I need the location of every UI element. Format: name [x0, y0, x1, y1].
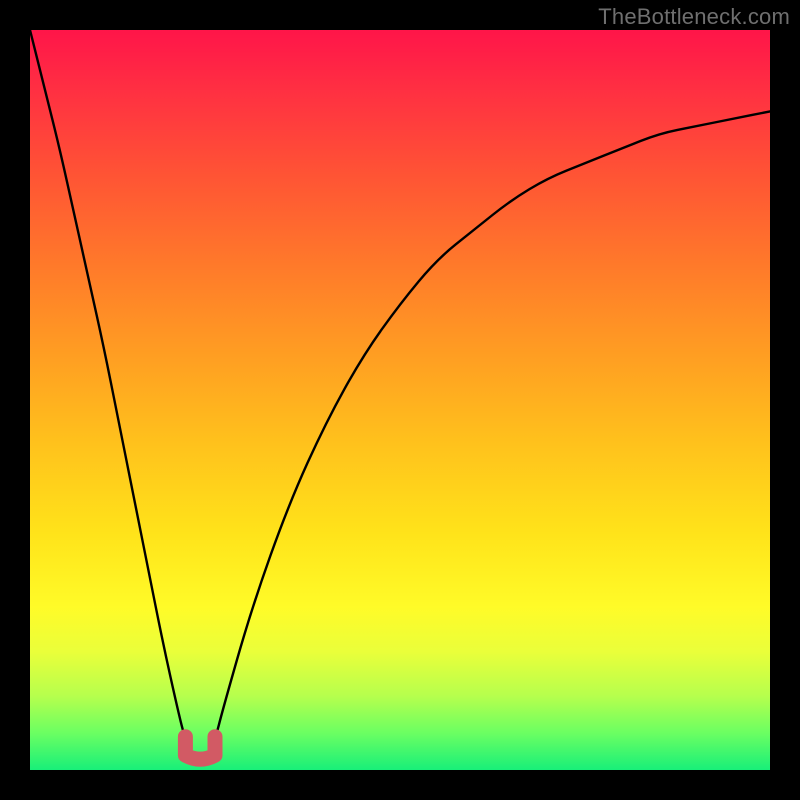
- plot-area: [30, 30, 770, 770]
- min-marker: [185, 737, 215, 760]
- chart-frame: TheBottleneck.com: [0, 0, 800, 800]
- watermark-text: TheBottleneck.com: [598, 4, 790, 30]
- curve-layer: [30, 30, 770, 770]
- bottleneck-curve: [30, 30, 770, 755]
